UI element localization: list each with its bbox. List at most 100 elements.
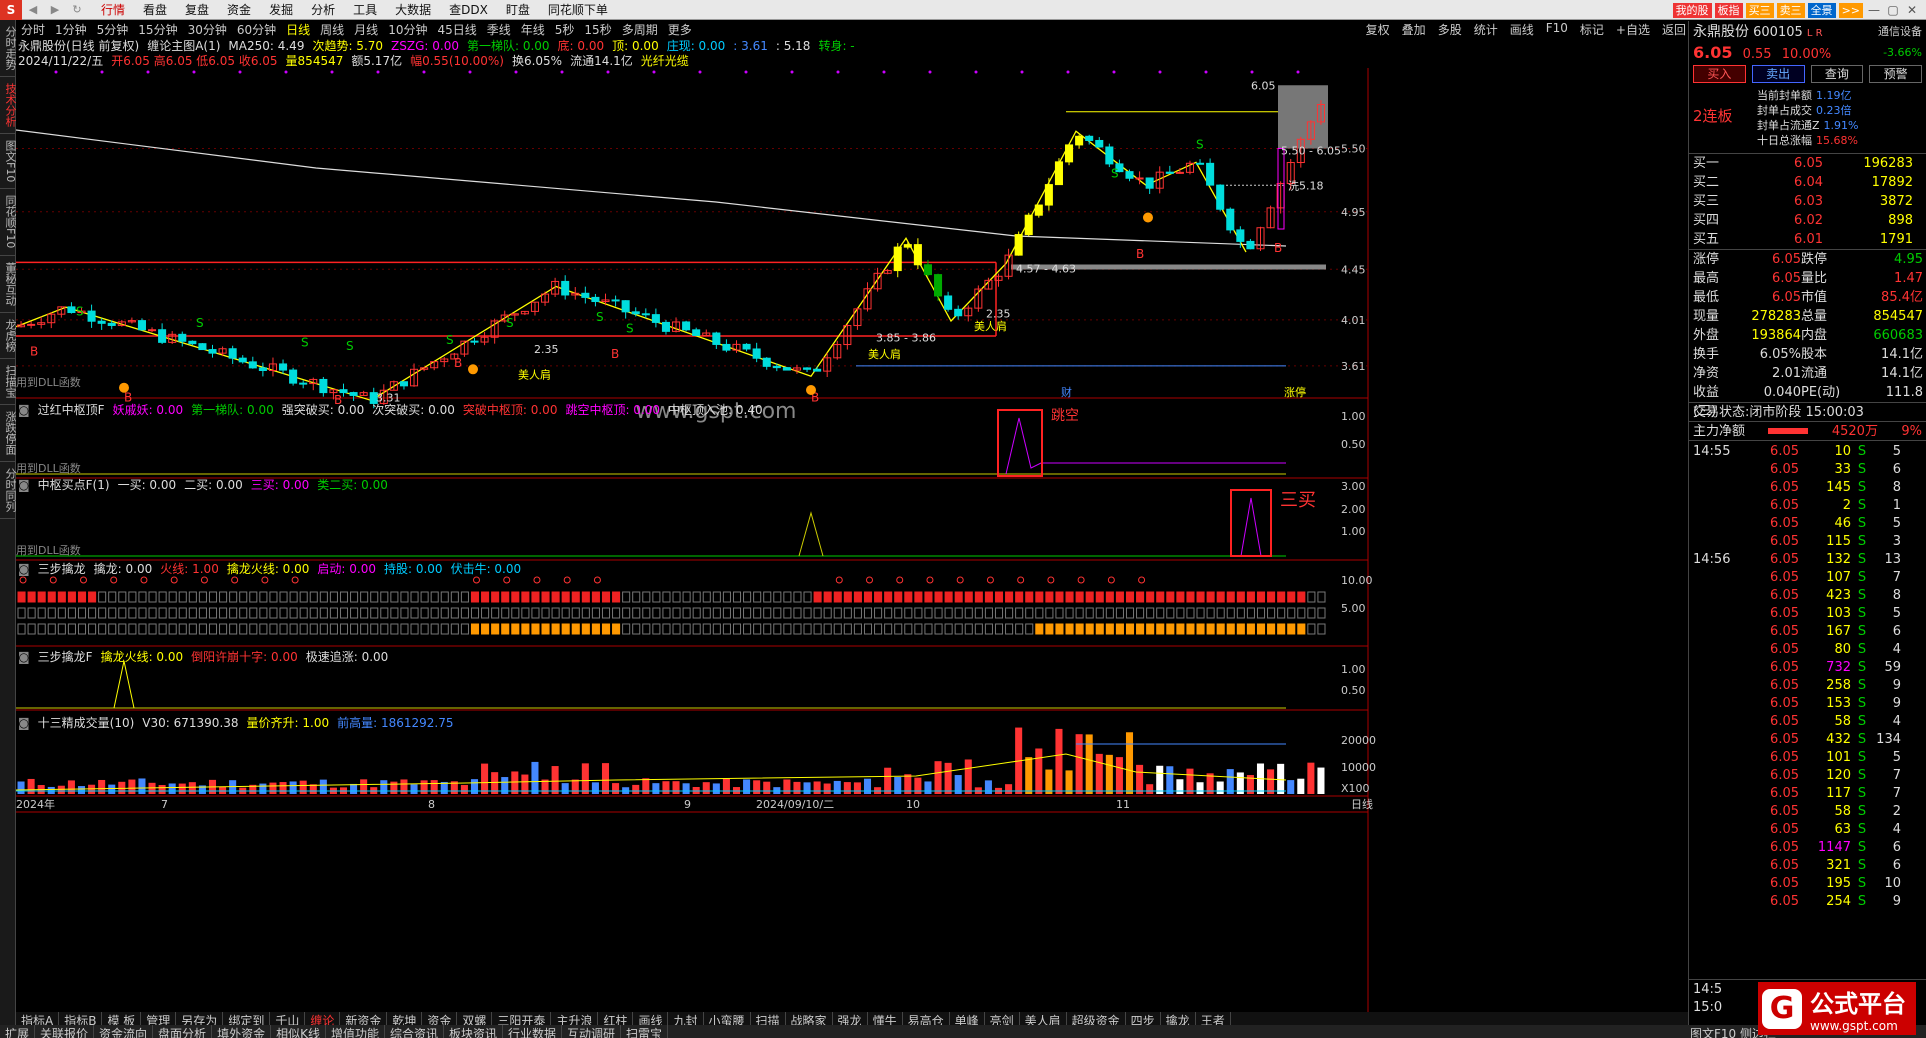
chart-tool-8[interactable]: 返回 <box>1656 21 1692 38</box>
restore-icon[interactable]: ▢ <box>1885 3 1901 17</box>
indicator-tab-22[interactable]: 易高仓 <box>903 1012 950 1028</box>
menu-item-0[interactable]: 行情 <box>92 1 134 18</box>
extension-tab-1[interactable]: 关联报价 <box>35 1025 95 1038</box>
indicator-tab-28[interactable]: 擒龙 <box>1161 1012 1196 1028</box>
top-tag-4[interactable]: 全景 <box>1807 2 1836 18</box>
indicator-tab-9[interactable]: 乾坤 <box>387 1012 423 1028</box>
indicator-tab-0[interactable]: 指标A <box>16 1012 60 1028</box>
chart-tool-3[interactable]: 统计 <box>1468 21 1504 38</box>
extension-tab-10[interactable]: 互动调研 <box>562 1025 622 1038</box>
period-15[interactable]: 多周期 <box>617 21 663 38</box>
period-1[interactable]: 1分钟 <box>50 21 92 38</box>
period-11[interactable]: 季线 <box>482 21 516 38</box>
extension-tab-11[interactable]: 扫雷宝 <box>621 1025 669 1038</box>
top-tag-3[interactable]: 卖三 <box>1776 2 1805 18</box>
side-tab-4[interactable]: 董秘互动 <box>0 256 17 313</box>
pane-toggle-icon[interactable]: ◙ <box>18 403 30 417</box>
period-2[interactable]: 5分钟 <box>92 21 134 38</box>
sector-link[interactable]: 通信设备 <box>1878 21 1922 43</box>
period-7[interactable]: 周线 <box>315 21 349 38</box>
period-12[interactable]: 年线 <box>516 21 550 38</box>
chart-area[interactable]: 5.504.954.454.013.61www.gspt.com6.055.50… <box>16 68 1688 1012</box>
pane-toggle-icon[interactable]: ◙ <box>18 650 30 664</box>
orderbook-row[interactable]: 买四 6.02 898 <box>1689 211 1926 230</box>
indicator-tab-17[interactable]: 小蛮腰 <box>704 1012 751 1028</box>
indicator-tab-18[interactable]: 扫描 <box>751 1012 786 1028</box>
period-4[interactable]: 30分钟 <box>183 21 232 38</box>
indicator-tab-27[interactable]: 四步 <box>1126 1012 1161 1028</box>
menu-item-3[interactable]: 资金 <box>218 1 260 18</box>
indicator-tab-1[interactable]: 指标B <box>59 1012 103 1028</box>
period-5[interactable]: 60分钟 <box>232 21 281 38</box>
period-10[interactable]: 45日线 <box>432 21 481 38</box>
tick-list[interactable]: 14:55 6.05 10 S 5 6.05 33 S 6 6.05 145 S 8 6.05 2 S 1 6.0… <box>1689 440 1926 911</box>
chart-tool-6[interactable]: 标记 <box>1574 21 1610 38</box>
indicator-tab-4[interactable]: 另存为 <box>176 1012 224 1028</box>
pane-toggle-icon[interactable]: ◙ <box>18 562 30 576</box>
extension-tab-5[interactable]: 相似K线 <box>271 1025 326 1038</box>
menu-item-8[interactable]: 查DDX <box>440 1 497 18</box>
indicator-tab-2[interactable]: 模 板 <box>102 1012 142 1028</box>
extension-tab-9[interactable]: 行业数据 <box>503 1025 563 1038</box>
menu-item-7[interactable]: 大数据 <box>386 1 440 18</box>
extension-tab-2[interactable]: 资金流向 <box>94 1025 154 1038</box>
side-tab-1[interactable]: 技术分析 <box>0 77 17 134</box>
alert-button[interactable]: 预警 <box>1869 65 1922 83</box>
menu-item-9[interactable]: 盯盘 <box>497 1 539 18</box>
menu-item-4[interactable]: 发掘 <box>260 1 302 18</box>
extension-tab-8[interactable]: 板块资讯 <box>444 1025 503 1038</box>
top-tag-2[interactable]: 买三 <box>1745 2 1774 18</box>
period-6[interactable]: 日线 <box>281 21 315 38</box>
period-9[interactable]: 10分钟 <box>383 21 432 38</box>
sell-button[interactable]: 卖出 <box>1751 65 1805 83</box>
indicator-tab-15[interactable]: 画线 <box>633 1012 669 1028</box>
indicator-tab-23[interactable]: 单峰 <box>950 1012 985 1028</box>
indicator-tab-11[interactable]: 双螺 <box>457 1012 493 1028</box>
expand-icon[interactable]: >> <box>1838 2 1863 18</box>
indicator-tab-8[interactable]: 新资金 <box>340 1012 388 1028</box>
app-logo[interactable]: S <box>0 0 22 20</box>
pane-toggle-icon[interactable]: ◙ <box>18 478 30 492</box>
close-icon[interactable]: ✕ <box>1904 3 1920 17</box>
nav-refresh-icon[interactable]: ↻ <box>66 3 88 16</box>
indicator-tab-12[interactable]: 三阳开泰 <box>492 1012 552 1028</box>
orderbook-row[interactable]: 买一 6.05 196283 <box>1689 154 1926 173</box>
chart-tool-2[interactable]: 多股 <box>1432 21 1468 38</box>
period-14[interactable]: 15秒 <box>579 21 616 38</box>
top-tag-1[interactable]: 板指 <box>1714 2 1743 18</box>
pane-toggle-icon[interactable]: ◙ <box>18 716 30 730</box>
orderbook-row[interactable]: 买五 6.01 1791 <box>1689 230 1926 249</box>
chart-tool-5[interactable]: F10 <box>1540 21 1574 38</box>
extension-tab-6[interactable]: 增值功能 <box>326 1025 385 1038</box>
menu-item-1[interactable]: 看盘 <box>134 1 176 18</box>
side-tab-7[interactable]: 涨跌停面 <box>0 405 17 462</box>
indicator-tab-3[interactable]: 管理 <box>141 1012 177 1028</box>
nav-forward-icon[interactable]: ▶ <box>44 3 66 16</box>
menu-item-2[interactable]: 复盘 <box>176 1 218 18</box>
indicator-tab-19[interactable]: 战略家 <box>786 1012 833 1028</box>
extension-tab-4[interactable]: 填外资金 <box>212 1025 272 1038</box>
period-8[interactable]: 月线 <box>349 21 383 38</box>
chart-tool-0[interactable]: 复权 <box>1360 21 1396 38</box>
extension-tab-7[interactable]: 综合资讯 <box>385 1025 444 1038</box>
menu-item-6[interactable]: 工具 <box>344 1 386 18</box>
chart-tool-7[interactable]: +自选 <box>1610 21 1656 38</box>
side-tab-0[interactable]: 分时走势 <box>0 20 17 77</box>
orderbook-row[interactable]: 买二 6.04 17892 <box>1689 173 1926 192</box>
nav-back-icon[interactable]: ◀ <box>22 3 44 16</box>
indicator-tab-20[interactable]: 强龙 <box>833 1012 868 1028</box>
chart-tool-4[interactable]: 画线 <box>1504 21 1540 38</box>
menu-item-10[interactable]: 同花顺下单 <box>539 1 617 18</box>
minimize-icon[interactable]: — <box>1866 3 1882 17</box>
indicator-tab-26[interactable]: 超级资金 <box>1067 1012 1126 1028</box>
side-tab-2[interactable]: 图文F10 <box>0 134 17 190</box>
indicator-tab-24[interactable]: 亮剑 <box>985 1012 1020 1028</box>
side-tab-6[interactable]: 扫描宝 <box>0 359 17 405</box>
side-tab-3[interactable]: 同花顺F10 <box>0 189 17 256</box>
indicator-tab-13[interactable]: 主升浪 <box>551 1012 599 1028</box>
buy-button[interactable]: 买入 <box>1693 65 1746 83</box>
top-tag-0[interactable]: 我的股 <box>1672 2 1712 18</box>
query-button[interactable]: 查询 <box>1810 65 1864 83</box>
side-tab-5[interactable]: 龙虎榜 <box>0 313 17 359</box>
indicator-tab-10[interactable]: 资金 <box>422 1012 458 1028</box>
